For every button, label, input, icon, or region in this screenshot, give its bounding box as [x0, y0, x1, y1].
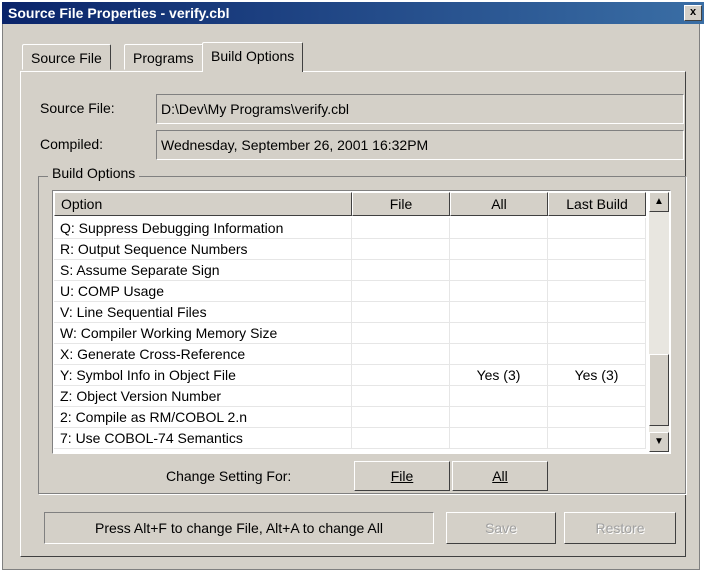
- save-button-label: Save: [485, 520, 517, 536]
- file-cell: [352, 281, 450, 302]
- last-build-cell: [548, 218, 646, 239]
- last-build-cell: Yes (3): [548, 365, 646, 386]
- all-cell: [450, 302, 548, 323]
- option-cell: Z: Object Version Number: [54, 386, 352, 407]
- last-build-cell: [548, 344, 646, 365]
- status-text: Press Alt+F to change File, Alt+A to cha…: [44, 512, 434, 544]
- all-cell: [450, 218, 548, 239]
- list-row[interactable]: U: COMP Usage: [54, 281, 646, 302]
- close-button[interactable]: x: [684, 5, 702, 21]
- change-all-button-label: All: [492, 468, 508, 484]
- column-header-all[interactable]: All: [450, 192, 548, 216]
- list-row[interactable]: Z: Object Version Number: [54, 386, 646, 407]
- last-build-cell: [548, 323, 646, 344]
- list-body: Q: Suppress Debugging Information R: Out…: [54, 218, 646, 449]
- restore-button[interactable]: Restore: [564, 512, 676, 544]
- file-cell: [352, 218, 450, 239]
- option-cell: U: COMP Usage: [54, 281, 352, 302]
- scroll-thumb[interactable]: [649, 354, 669, 426]
- all-cell: [450, 407, 548, 428]
- change-setting-label: Change Setting For:: [166, 468, 292, 484]
- option-cell: R: Output Sequence Numbers: [54, 239, 352, 260]
- build-options-list[interactable]: Option File All Last Build Q: Suppress D…: [52, 190, 671, 454]
- list-row[interactable]: Q: Suppress Debugging Information: [54, 218, 646, 239]
- build-options-group-title: Build Options: [48, 165, 140, 181]
- source-file-field: D:\Dev\My Programs\verify.cbl: [156, 94, 684, 124]
- file-cell: [352, 344, 450, 365]
- column-header-last-build[interactable]: Last Build: [548, 192, 646, 216]
- last-build-cell: [548, 239, 646, 260]
- option-cell: X: Generate Cross-Reference: [54, 344, 352, 365]
- option-cell: Y: Symbol Info in Object File: [54, 365, 352, 386]
- file-cell: [352, 260, 450, 281]
- compiled-field: Wednesday, September 26, 2001 16:32PM: [156, 130, 684, 160]
- all-cell: [450, 239, 548, 260]
- scroll-down-button[interactable]: ▼: [649, 432, 669, 452]
- vertical-scrollbar[interactable]: ▲ ▼: [649, 192, 669, 452]
- compiled-label: Compiled:: [40, 136, 104, 152]
- change-file-button-label: File: [390, 468, 414, 484]
- option-cell: S: Assume Separate Sign: [54, 260, 352, 281]
- change-all-button[interactable]: All: [452, 461, 548, 491]
- tab-build-options[interactable]: Build Options: [202, 42, 304, 72]
- list-row[interactable]: X: Generate Cross-Reference: [54, 344, 646, 365]
- last-build-cell: [548, 260, 646, 281]
- change-file-button[interactable]: File: [354, 461, 450, 491]
- list-row[interactable]: Y: Symbol Info in Object File Yes (3) Ye…: [54, 365, 646, 386]
- list-row[interactable]: W: Compiler Working Memory Size: [54, 323, 646, 344]
- tab-source-file[interactable]: Source File: [22, 44, 111, 70]
- list-header: Option File All Last Build: [54, 192, 646, 216]
- last-build-cell: [548, 302, 646, 323]
- list-row[interactable]: 7: Use COBOL-74 Semantics: [54, 428, 646, 449]
- file-cell: [352, 386, 450, 407]
- all-cell: [450, 281, 548, 302]
- all-cell: [450, 323, 548, 344]
- all-cell: [450, 344, 548, 365]
- tab-programs-label: Programs: [133, 50, 194, 66]
- last-build-cell: [548, 386, 646, 407]
- last-build-cell: [548, 281, 646, 302]
- all-cell: [450, 260, 548, 281]
- tab-build-options-label: Build Options: [211, 48, 295, 64]
- option-cell: V: Line Sequential Files: [54, 302, 352, 323]
- scroll-up-button[interactable]: ▲: [649, 192, 669, 212]
- restore-button-label: Restore: [595, 520, 645, 536]
- file-cell: [352, 365, 450, 386]
- file-cell: [352, 302, 450, 323]
- option-cell: W: Compiler Working Memory Size: [54, 323, 352, 344]
- last-build-cell: [548, 428, 646, 449]
- all-cell: Yes (3): [450, 365, 548, 386]
- window-title: Source File Properties - verify.cbl: [8, 5, 230, 21]
- list-row[interactable]: 2: Compile as RM/COBOL 2.n: [54, 407, 646, 428]
- list-row[interactable]: V: Line Sequential Files: [54, 302, 646, 323]
- all-cell: [450, 386, 548, 407]
- file-cell: [352, 323, 450, 344]
- save-button[interactable]: Save: [446, 512, 556, 544]
- list-row[interactable]: S: Assume Separate Sign: [54, 260, 646, 281]
- option-cell: 7: Use COBOL-74 Semantics: [54, 428, 352, 449]
- file-cell: [352, 428, 450, 449]
- last-build-cell: [548, 407, 646, 428]
- tab-programs[interactable]: Programs: [124, 44, 203, 70]
- source-file-label: Source File:: [40, 100, 115, 116]
- file-cell: [352, 239, 450, 260]
- title-bar: Source File Properties - verify.cbl x: [2, 2, 704, 24]
- tab-source-file-label: Source File: [31, 50, 102, 66]
- file-cell: [352, 407, 450, 428]
- option-cell: 2: Compile as RM/COBOL 2.n: [54, 407, 352, 428]
- column-header-option[interactable]: Option: [54, 192, 352, 216]
- option-cell: Q: Suppress Debugging Information: [54, 218, 352, 239]
- column-header-file[interactable]: File: [352, 192, 450, 216]
- list-row[interactable]: R: Output Sequence Numbers: [54, 239, 646, 260]
- all-cell: [450, 428, 548, 449]
